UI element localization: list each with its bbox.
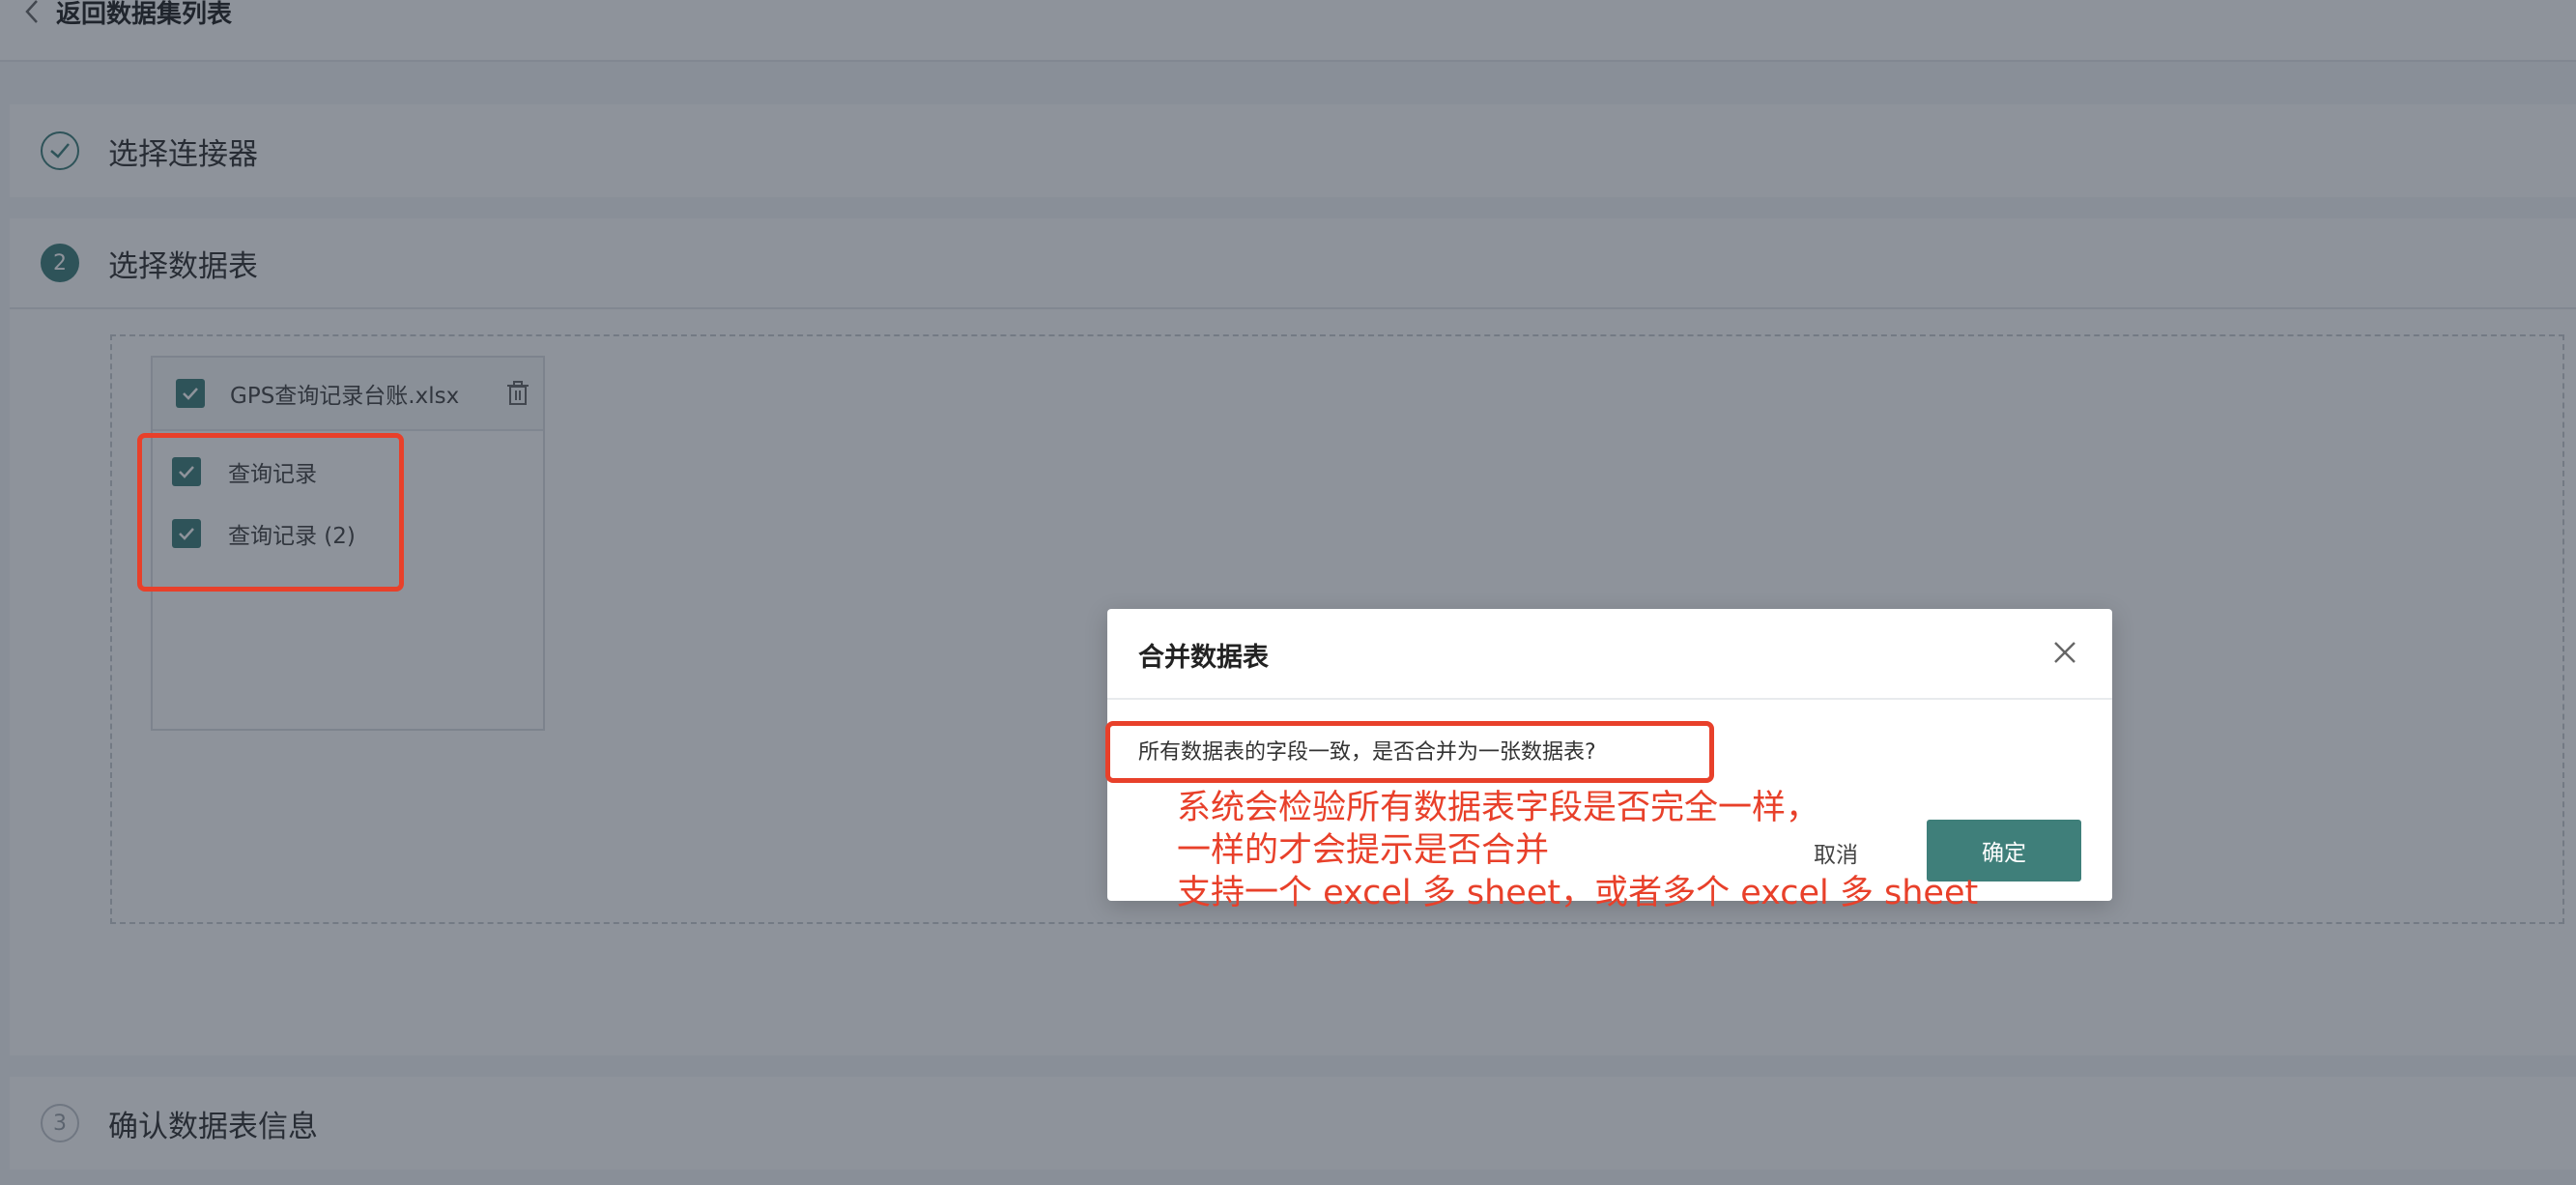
annotation-note: 系统会检验所有数据表字段是否完全一样， 一样的才会提示是否合并 支持一个 exc… — [1177, 787, 2046, 914]
dialog-header: 合并数据表 — [1107, 609, 2112, 700]
annotation-line: 系统会检验所有数据表字段是否完全一样， — [1177, 789, 1820, 827]
close-icon[interactable] — [2050, 638, 2079, 667]
annotation-highlight-sheets — [137, 433, 404, 592]
annotation-line: 一样的才会提示是否合并 — [1177, 831, 1550, 870]
annotation-line: 支持一个 excel 多 sheet，或者多个 excel 多 sheet — [1177, 874, 1979, 912]
modal-overlay[interactable] — [0, 0, 2576, 1185]
annotation-highlight-message — [1105, 721, 1714, 783]
dialog-title: 合并数据表 — [1138, 643, 1269, 673]
